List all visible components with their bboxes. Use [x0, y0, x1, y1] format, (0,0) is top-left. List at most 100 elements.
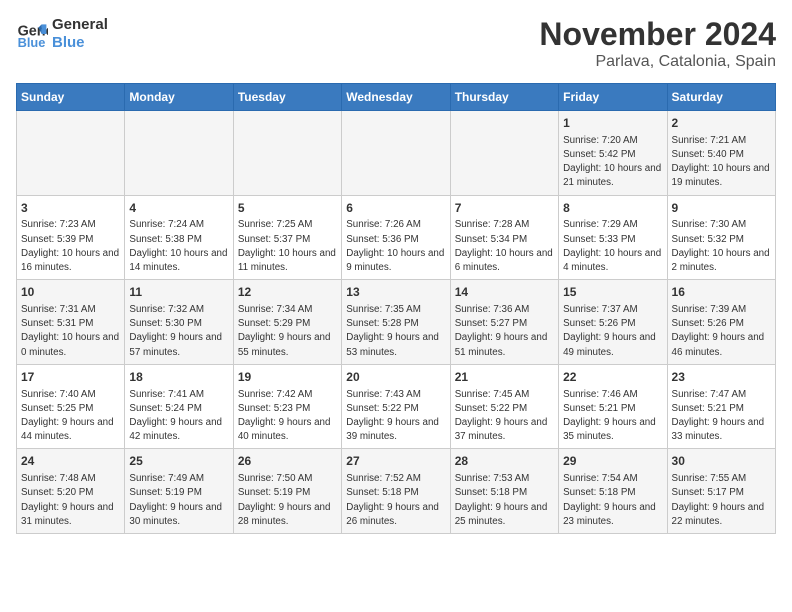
calendar-cell: 11Sunrise: 7:32 AM Sunset: 5:30 PM Dayli… [125, 280, 233, 365]
day-info: Sunrise: 7:55 AM Sunset: 5:17 PM Dayligh… [672, 472, 771, 529]
day-info: Sunrise: 7:42 AM Sunset: 5:23 PM Dayligh… [238, 388, 337, 445]
svg-text:Blue: Blue [18, 35, 46, 50]
day-info: Sunrise: 7:46 AM Sunset: 5:21 PM Dayligh… [563, 388, 662, 445]
day-number: 30 [672, 453, 771, 470]
day-info: Sunrise: 7:25 AM Sunset: 5:37 PM Dayligh… [238, 218, 337, 275]
calendar-cell: 2Sunrise: 7:21 AM Sunset: 5:40 PM Daylig… [667, 111, 775, 196]
calendar-cell: 7Sunrise: 7:28 AM Sunset: 5:34 PM Daylig… [450, 195, 558, 280]
calendar-cell [342, 111, 450, 196]
calendar-cell: 25 Sunrise: 7:49 AM Sunset: 5:19 PM Dayli… [125, 449, 233, 534]
calendar-cell: 3Sunrise: 7:23 AM Sunset: 5:39 PM Daylig… [17, 195, 125, 280]
day-number: 26 [238, 453, 337, 470]
day-number: 17 [21, 369, 120, 386]
calendar-cell: 9Sunrise: 7:30 AM Sunset: 5:32 PM Daylig… [667, 195, 775, 280]
day-info: Sunrise: 7:45 AM Sunset: 5:22 PM Dayligh… [455, 388, 554, 445]
calendar-cell: 15Sunrise: 7:37 AM Sunset: 5:26 PM Dayli… [559, 280, 667, 365]
weekday-header-tuesday: Tuesday [233, 84, 341, 111]
calendar-cell [17, 111, 125, 196]
day-info: Sunrise: 7:24 AM Sunset: 5:38 PM Dayligh… [129, 218, 228, 275]
weekday-header-wednesday: Wednesday [342, 84, 450, 111]
logo-line2: Blue [52, 34, 108, 52]
day-number: 2 [672, 115, 771, 132]
day-number: 4 [129, 200, 228, 217]
calendar-cell: 12 Sunrise: 7:34 AM Sunset: 5:29 PM Dayli… [233, 280, 341, 365]
day-info: Sunrise: 7:29 AM Sunset: 5:33 PM Dayligh… [563, 218, 662, 275]
day-info: Sunrise: 7:43 AM Sunset: 5:22 PM Dayligh… [346, 388, 445, 445]
calendar-cell: 20Sunrise: 7:43 AM Sunset: 5:22 PM Dayli… [342, 364, 450, 449]
day-info: Sunrise: 7:34 AM Sunset: 5:29 PM Dayligh… [238, 303, 337, 360]
location: Parlava, Catalonia, Spain [539, 53, 776, 71]
calendar-cell: 22 Sunrise: 7:46 AM Sunset: 5:21 PM Dayli… [559, 364, 667, 449]
calendar-cell [125, 111, 233, 196]
day-info: Sunrise: 7:54 AM Sunset: 5:18 PM Dayligh… [563, 472, 662, 529]
day-info: Sunrise: 7:20 AM Sunset: 5:42 PM Dayligh… [563, 134, 662, 191]
day-info: Sunrise: 7:48 AM Sunset: 5:20 PM Dayligh… [21, 472, 120, 529]
calendar-cell [450, 111, 558, 196]
page-header: General Blue General Blue November 2024 … [16, 16, 776, 71]
calendar-cell: 19 Sunrise: 7:42 AM Sunset: 5:23 PM Dayli… [233, 364, 341, 449]
day-info: Sunrise: 7:41 AM Sunset: 5:24 PM Dayligh… [129, 388, 228, 445]
day-number: 22 [563, 369, 662, 386]
day-number: 24 [21, 453, 120, 470]
day-info: Sunrise: 7:35 AM Sunset: 5:28 PM Dayligh… [346, 303, 445, 360]
day-info: Sunrise: 7:40 AM Sunset: 5:25 PM Dayligh… [21, 388, 120, 445]
day-number: 10 [21, 284, 120, 301]
weekday-header-thursday: Thursday [450, 84, 558, 111]
calendar-cell: 27 Sunrise: 7:52 AM Sunset: 5:18 PM Dayli… [342, 449, 450, 534]
calendar-cell: 10 Sunrise: 7:31 AM Sunset: 5:31 PM Dayli… [17, 280, 125, 365]
day-info: Sunrise: 7:49 AM Sunset: 5:19 PM Dayligh… [129, 472, 228, 529]
logo-icon: General Blue [16, 18, 48, 50]
weekday-header-saturday: Saturday [667, 84, 775, 111]
day-info: Sunrise: 7:36 AM Sunset: 5:27 PM Dayligh… [455, 303, 554, 360]
calendar-cell: 18 Sunrise: 7:41 AM Sunset: 5:24 PM Dayli… [125, 364, 233, 449]
day-number: 23 [672, 369, 771, 386]
calendar-cell: 14Sunrise: 7:36 AM Sunset: 5:27 PM Dayli… [450, 280, 558, 365]
day-info: Sunrise: 7:52 AM Sunset: 5:18 PM Dayligh… [346, 472, 445, 529]
day-info: Sunrise: 7:50 AM Sunset: 5:19 PM Dayligh… [238, 472, 337, 529]
calendar-cell: 5Sunrise: 7:25 AM Sunset: 5:37 PM Daylig… [233, 195, 341, 280]
weekday-header-friday: Friday [559, 84, 667, 111]
day-info: Sunrise: 7:26 AM Sunset: 5:36 PM Dayligh… [346, 218, 445, 275]
day-number: 29 [563, 453, 662, 470]
day-info: Sunrise: 7:53 AM Sunset: 5:18 PM Dayligh… [455, 472, 554, 529]
calendar-cell: 16Sunrise: 7:39 AM Sunset: 5:26 PM Dayli… [667, 280, 775, 365]
day-number: 25 [129, 453, 228, 470]
day-number: 6 [346, 200, 445, 217]
day-info: Sunrise: 7:47 AM Sunset: 5:21 PM Dayligh… [672, 388, 771, 445]
day-info: Sunrise: 7:30 AM Sunset: 5:32 PM Dayligh… [672, 218, 771, 275]
day-info: Sunrise: 7:37 AM Sunset: 5:26 PM Dayligh… [563, 303, 662, 360]
calendar-cell: 29 Sunrise: 7:54 AM Sunset: 5:18 PM Dayli… [559, 449, 667, 534]
calendar-cell: 8Sunrise: 7:29 AM Sunset: 5:33 PM Daylig… [559, 195, 667, 280]
day-number: 21 [455, 369, 554, 386]
day-number: 5 [238, 200, 337, 217]
day-number: 12 [238, 284, 337, 301]
calendar-table: SundayMondayTuesdayWednesdayThursdayFrid… [16, 83, 776, 534]
calendar-cell [233, 111, 341, 196]
day-info: Sunrise: 7:39 AM Sunset: 5:26 PM Dayligh… [672, 303, 771, 360]
day-number: 1 [563, 115, 662, 132]
calendar-cell: 30 Sunrise: 7:55 AM Sunset: 5:17 PM Dayli… [667, 449, 775, 534]
day-number: 18 [129, 369, 228, 386]
weekday-header-monday: Monday [125, 84, 233, 111]
day-number: 27 [346, 453, 445, 470]
calendar-cell: 28 Sunrise: 7:53 AM Sunset: 5:18 PM Dayli… [450, 449, 558, 534]
day-number: 28 [455, 453, 554, 470]
logo-line1: General [52, 16, 108, 34]
day-info: Sunrise: 7:32 AM Sunset: 5:30 PM Dayligh… [129, 303, 228, 360]
day-number: 7 [455, 200, 554, 217]
day-number: 9 [672, 200, 771, 217]
calendar-cell: 23 Sunrise: 7:47 AM Sunset: 5:21 PM Dayli… [667, 364, 775, 449]
calendar-cell: 13 Sunrise: 7:35 AM Sunset: 5:28 PM Dayli… [342, 280, 450, 365]
day-info: Sunrise: 7:28 AM Sunset: 5:34 PM Dayligh… [455, 218, 554, 275]
day-number: 13 [346, 284, 445, 301]
calendar-cell: 17 Sunrise: 7:40 AM Sunset: 5:25 PM Dayli… [17, 364, 125, 449]
calendar-cell: 26 Sunrise: 7:50 AM Sunset: 5:19 PM Dayli… [233, 449, 341, 534]
day-number: 19 [238, 369, 337, 386]
day-info: Sunrise: 7:23 AM Sunset: 5:39 PM Dayligh… [21, 218, 120, 275]
calendar-cell: 21 Sunrise: 7:45 AM Sunset: 5:22 PM Dayli… [450, 364, 558, 449]
day-info: Sunrise: 7:31 AM Sunset: 5:31 PM Dayligh… [21, 303, 120, 360]
title-block: November 2024 Parlava, Catalonia, Spain [539, 16, 776, 71]
logo: General Blue General Blue [16, 16, 108, 52]
calendar-cell: 6Sunrise: 7:26 AM Sunset: 5:36 PM Daylig… [342, 195, 450, 280]
weekday-header-sunday: Sunday [17, 84, 125, 111]
